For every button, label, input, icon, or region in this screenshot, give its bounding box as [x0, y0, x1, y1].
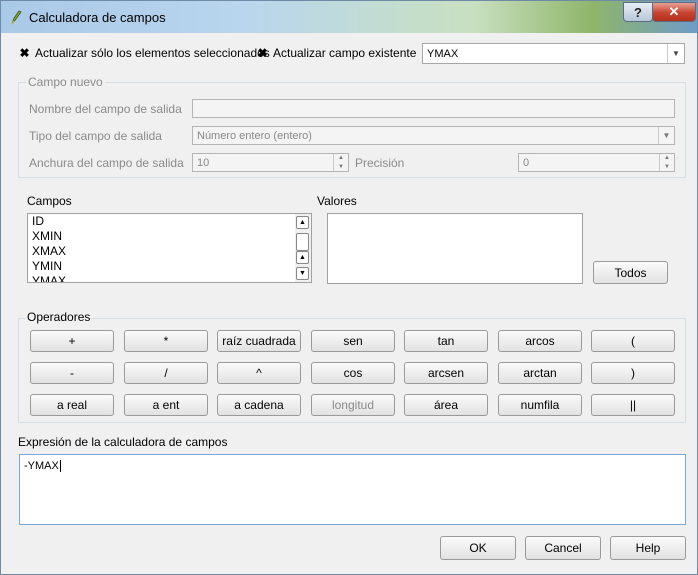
- operator-button[interactable]: /: [124, 362, 208, 384]
- operator-button[interactable]: a cadena: [217, 394, 301, 416]
- field-calculator-window: Calculadora de campos ? ✕ ✖ Actualizar s…: [0, 0, 698, 575]
- operator-button[interactable]: numfila: [498, 394, 582, 416]
- dialog-content: ✖ Actualizar sólo los elementos seleccio…: [9, 33, 691, 568]
- qgis-calculator-icon: [11, 10, 22, 25]
- operator-button[interactable]: tan: [404, 330, 488, 352]
- operator-button[interactable]: área: [404, 394, 488, 416]
- output-width-value: 10: [197, 156, 210, 169]
- operator-button[interactable]: -: [30, 362, 114, 384]
- spin-arrows-icon[interactable]: ▲ ▼: [333, 154, 348, 171]
- operator-button[interactable]: (: [591, 330, 675, 352]
- operator-button[interactable]: a real: [30, 394, 114, 416]
- operator-button[interactable]: arctan: [498, 362, 582, 384]
- output-type-select[interactable]: Número entero (entero) ▼: [192, 126, 675, 145]
- expression-text: -YMAX: [24, 460, 59, 472]
- operator-button[interactable]: *: [124, 330, 208, 352]
- expression-editor[interactable]: -YMAX: [19, 454, 686, 525]
- text-caret: [59, 460, 61, 473]
- new-field-group-title: Campo nuevo: [26, 75, 105, 89]
- spin-arrows-icon[interactable]: ▲ ▼: [659, 154, 674, 171]
- scroll-up-icon[interactable]: ▲: [296, 251, 309, 264]
- operator-button[interactable]: longitud: [311, 394, 395, 416]
- operator-button[interactable]: +: [30, 330, 114, 352]
- checkmark-icon: ✖: [19, 45, 30, 60]
- operator-button[interactable]: a ent: [124, 394, 208, 416]
- list-item[interactable]: ID: [28, 214, 311, 229]
- operator-button[interactable]: cos: [311, 362, 395, 384]
- values-list[interactable]: [327, 213, 583, 284]
- checkmark-icon: ✖: [257, 45, 268, 60]
- output-type-value: Número entero (entero): [197, 129, 312, 142]
- precision-label: Precisión: [355, 156, 405, 170]
- operator-button[interactable]: arcsen: [404, 362, 488, 384]
- output-name-input[interactable]: [192, 99, 675, 118]
- output-name-label: Nombre del campo de salida: [29, 102, 182, 116]
- operator-button[interactable]: ^: [217, 362, 301, 384]
- scroll-up-icon[interactable]: ▲: [296, 216, 309, 229]
- fields-list[interactable]: ID XMIN XMAX YMIN YMAX ▲ ▲ ▼: [27, 213, 312, 283]
- values-label: Valores: [317, 194, 357, 208]
- operators-group-title: Operadores: [25, 310, 93, 324]
- operator-button[interactable]: arcos: [498, 330, 582, 352]
- update-selected-label: Actualizar sólo los elementos selecciona…: [35, 46, 270, 60]
- window-title: Calculadora de campos: [29, 10, 166, 25]
- close-button[interactable]: ✕: [652, 2, 696, 22]
- output-type-label: Tipo del campo de salida: [29, 129, 162, 143]
- operator-button[interactable]: sen: [311, 330, 395, 352]
- update-existing-label: Actualizar campo existente: [273, 46, 417, 60]
- precision-value: 0: [523, 156, 530, 169]
- output-width-spinbox[interactable]: 10 ▲ ▼: [192, 153, 349, 172]
- chevron-down-icon: ▼: [658, 127, 674, 144]
- help-title-button[interactable]: ?: [623, 2, 653, 22]
- list-item[interactable]: YMAX: [28, 274, 311, 282]
- scroll-thumb[interactable]: [296, 233, 309, 251]
- list-item[interactable]: XMIN: [28, 229, 311, 244]
- operator-button[interactable]: raíz cuadrada: [217, 330, 301, 352]
- existing-field-select[interactable]: YMAX ▼: [422, 43, 685, 64]
- operator-button[interactable]: ): [591, 362, 675, 384]
- title-bar[interactable]: Calculadora de campos ? ✕: [1, 1, 697, 33]
- existing-field-value: YMAX: [427, 47, 459, 60]
- fields-items: ID XMIN XMAX YMIN YMAX: [28, 214, 311, 282]
- all-values-button[interactable]: Todos: [593, 261, 668, 284]
- ok-button[interactable]: OK: [440, 536, 516, 560]
- fields-scrollbar[interactable]: ▲ ▲ ▼: [295, 214, 311, 282]
- scroll-down-icon[interactable]: ▼: [296, 267, 309, 280]
- update-existing-checkbox[interactable]: ✖ Actualizar campo existente: [257, 46, 416, 60]
- fields-label: Campos: [27, 194, 72, 208]
- list-item[interactable]: YMIN: [28, 259, 311, 274]
- expression-label: Expresión de la calculadora de campos: [18, 435, 228, 449]
- help-button[interactable]: Help: [610, 536, 686, 560]
- list-item[interactable]: XMAX: [28, 244, 311, 259]
- output-width-label: Anchura del campo de salida: [29, 156, 184, 170]
- precision-spinbox[interactable]: 0 ▲ ▼: [518, 153, 675, 172]
- update-selected-checkbox[interactable]: ✖ Actualizar sólo los elementos seleccio…: [19, 45, 270, 60]
- operator-button[interactable]: ||: [591, 394, 675, 416]
- cancel-button[interactable]: Cancel: [525, 536, 601, 560]
- chevron-down-icon: ▼: [667, 44, 684, 63]
